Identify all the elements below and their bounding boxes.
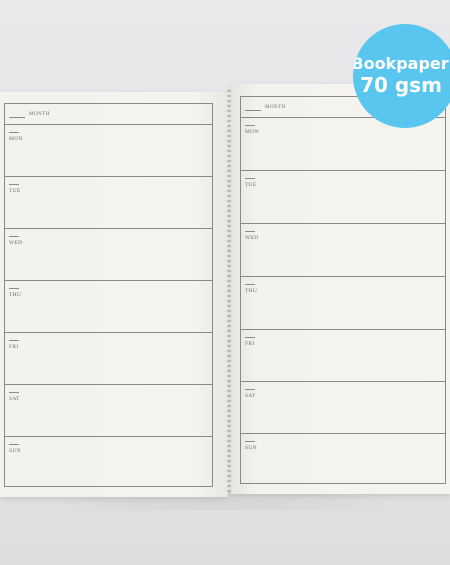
right-day-label: SUN [245,445,257,451]
left-day-row-sat: SAT [5,384,212,436]
day-dash [9,288,19,289]
left-day-label: THU [9,292,22,298]
left-weekly-frame: MONTH MON TUE WED THU FRI SAT SUN [4,103,213,487]
day-dash [9,444,19,445]
right-day-label: TUE [245,182,257,188]
right-day-label: WED [245,235,259,241]
left-day-row-wed: WED [5,228,212,280]
left-day-row-tue: TUE [5,176,212,228]
day-dash [245,284,255,285]
left-day-label: TUE [9,188,21,194]
left-day-row-mon: MON [5,124,212,176]
paper-weight-badge: Bookpaper 70 gsm [353,24,450,128]
right-day-row-sun: SUN [241,433,445,484]
left-planner-page: MONTH MON TUE WED THU FRI SAT SUN [0,92,228,497]
right-month-label: MONTH [265,105,286,110]
left-day-label: SAT [9,396,20,402]
right-day-row-wed: WED [241,223,445,276]
left-day-row-fri: FRI [5,332,212,384]
day-dash [9,132,19,133]
right-day-row-sat: SAT [241,381,445,433]
left-day-row-thu: THU [5,280,212,332]
left-day-label: FRI [9,344,19,350]
day-dash [9,340,19,341]
right-day-label: SAT [245,393,256,399]
left-day-label: MON [9,136,23,142]
badge-weight: 70 gsm [360,73,442,97]
day-dash [9,236,19,237]
right-day-label: FRI [245,341,255,347]
left-month-row: MONTH [5,104,212,124]
right-day-row-fri: FRI [241,329,445,381]
day-dash [245,441,255,442]
day-dash [245,389,255,390]
left-day-label: WED [9,240,23,246]
left-day-label: SUN [9,448,21,454]
right-planner-page: MONTH MON TUE WED THU FRI SAT SUN [231,84,450,494]
day-dash [245,337,255,338]
month-write-line [245,110,261,111]
right-day-label: THU [245,288,258,294]
right-day-row-thu: THU [241,276,445,329]
day-dash [9,184,19,185]
day-dash [245,231,255,232]
right-weekly-frame: MONTH MON TUE WED THU FRI SAT SUN [240,96,446,484]
badge-title: Bookpaper [353,54,449,73]
left-month-label: MONTH [29,112,50,117]
left-day-row-sun: SUN [5,436,212,487]
day-dash [245,125,255,126]
month-write-line [9,117,25,118]
right-day-label: MON [245,129,259,135]
right-day-row-tue: TUE [241,170,445,223]
day-dash [9,392,19,393]
day-dash [245,178,255,179]
